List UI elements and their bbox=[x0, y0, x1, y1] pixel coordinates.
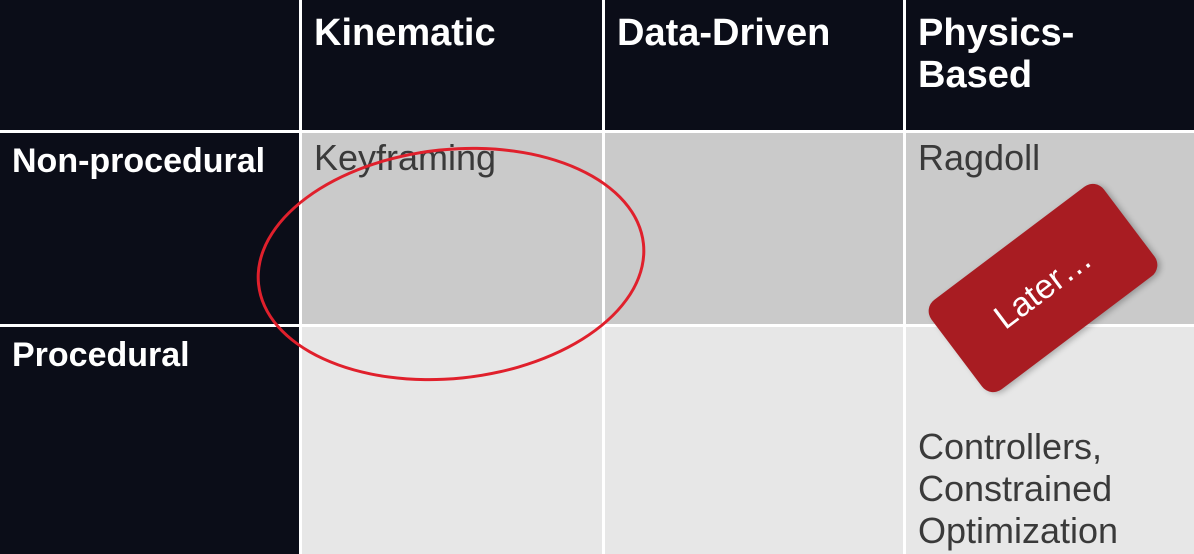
column-header-kinematic: Kinematic bbox=[302, 0, 605, 133]
row-header-procedural: Procedural bbox=[0, 327, 302, 554]
cell-procedural-data-driven bbox=[605, 327, 906, 554]
column-header-data-driven: Data-Driven bbox=[605, 0, 906, 133]
later-badge-text: Later… bbox=[986, 238, 1099, 337]
column-header-physics-based: Physics-Based bbox=[906, 0, 1194, 133]
cell-controllers: Controllers, Constrained Optimization bbox=[906, 327, 1194, 554]
slide: Kinematic Data-Driven Physics-Based Non-… bbox=[0, 0, 1194, 554]
cell-controllers-text: Controllers, Constrained Optimization bbox=[918, 426, 1119, 551]
row-header-non-procedural: Non-procedural bbox=[0, 133, 302, 327]
corner-cell bbox=[0, 0, 302, 133]
cell-non-procedural-data-driven bbox=[605, 133, 906, 327]
